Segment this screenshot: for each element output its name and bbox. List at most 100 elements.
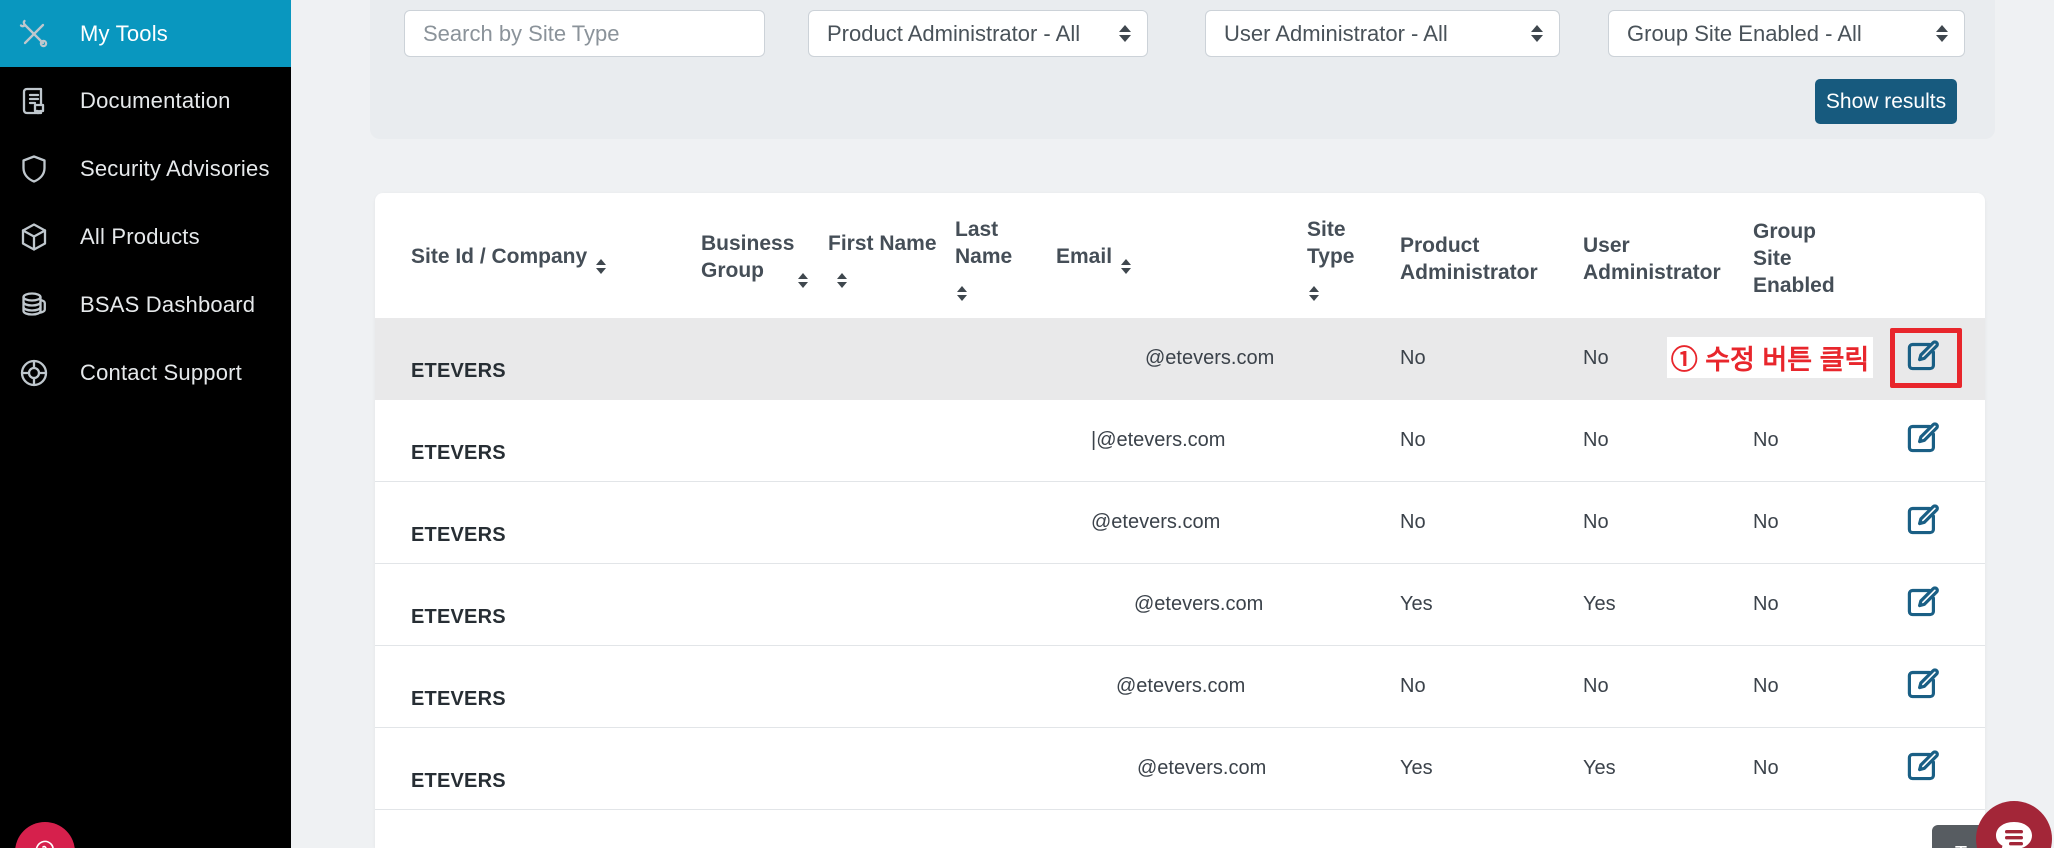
sort-arrows-icon[interactable]	[837, 273, 847, 288]
cell-edit	[1880, 503, 1985, 543]
cell-user-administrator: Yes	[1583, 593, 1753, 616]
sort-arrows-icon[interactable]	[957, 286, 967, 301]
cube-icon	[17, 222, 51, 252]
column-header-label: Product Administrator	[1400, 232, 1540, 286]
document-icon	[17, 86, 51, 116]
search-input[interactable]	[404, 10, 765, 57]
select-arrows-icon	[1936, 25, 1948, 42]
column-header-first_name[interactable]: First Name	[828, 230, 955, 288]
company-name: ETEVERS	[411, 770, 701, 793]
cell-edit	[1880, 585, 1985, 625]
edit-button[interactable]	[1906, 503, 1940, 537]
sort-arrows-icon[interactable]	[1309, 286, 1319, 301]
company-name: ETEVERS	[411, 442, 701, 465]
edit-button[interactable]	[1906, 585, 1940, 619]
cell-user-administrator: No	[1583, 511, 1753, 534]
product-administrator-select-value: Product Administrator - All	[827, 21, 1080, 47]
mascot-icon	[25, 830, 65, 848]
sidebar-item-label: BSAS Dashboard	[80, 292, 255, 318]
site-id-value	[411, 662, 701, 688]
column-header-user_admin: User Administrator	[1583, 232, 1753, 286]
table-row: ETEVERS@etevers.comNoNoNo	[375, 646, 1985, 728]
edit-pencil-square-icon	[1906, 607, 1940, 622]
chat-bubble-icon	[1993, 820, 2035, 848]
product-administrator-select[interactable]: Product Administrator - All	[808, 10, 1148, 57]
column-header-label: Site Id / Company	[411, 245, 587, 268]
column-header-label: User Administrator	[1583, 232, 1723, 286]
sort-arrows-icon[interactable]	[1121, 259, 1131, 274]
site-id-value	[411, 744, 701, 770]
sidebar-item-security-advisories[interactable]: Security Advisories	[0, 135, 291, 203]
cell-email: @etevers.com	[1056, 347, 1307, 370]
site-id-value	[411, 498, 701, 524]
column-header-label: Site Type	[1307, 216, 1359, 270]
cell-site-id-company: ETEVERS	[375, 334, 701, 383]
cell-email: @etevers.com	[1056, 675, 1307, 698]
table-row: ETEVERS|@etevers.comNoNoNo	[375, 400, 1985, 482]
table-header-row: Site Id / Company Business Group First Nam…	[375, 193, 1985, 318]
column-header-site_type[interactable]: Site Type	[1307, 216, 1400, 301]
column-header-group_site: Group Site Enabled	[1753, 218, 1880, 299]
table-row: ETEVERS@etevers.comYesYesNo	[375, 564, 1985, 646]
tools-icon	[17, 19, 51, 49]
sort-arrows-icon[interactable]	[596, 259, 606, 274]
cell-site-id-company: ETEVERS	[375, 498, 701, 547]
sidebar-item-label: Security Advisories	[80, 156, 270, 182]
cell-email: @etevers.com	[1056, 511, 1307, 534]
cell-site-id-company: ETEVERS	[375, 744, 701, 793]
cell-product-administrator: No	[1400, 511, 1583, 534]
column-header-label: Last Name	[955, 216, 1017, 270]
cell-email: @etevers.com	[1056, 757, 1307, 780]
screen: My Tools Documentation Security Advisories…	[0, 0, 2054, 848]
table-row: ETEVERS@etevers.comNoNoNo	[375, 482, 1985, 564]
cell-site-id-company: ETEVERS	[375, 580, 701, 629]
group-site-enabled-select-value: Group Site Enabled - All	[1627, 21, 1862, 47]
company-name: ETEVERS	[411, 688, 701, 711]
select-arrows-icon	[1119, 25, 1131, 42]
cell-user-administrator: No	[1583, 675, 1753, 698]
sidebar-item-label: My Tools	[80, 21, 168, 47]
sort-arrows-icon[interactable]	[798, 273, 808, 288]
column-header-last_name[interactable]: Last Name	[955, 216, 1056, 301]
cell-group-site-enabled: No	[1753, 593, 1880, 616]
show-results-button[interactable]: Show results	[1815, 79, 1957, 124]
edit-pencil-square-icon	[1906, 771, 1940, 786]
cell-product-administrator: No	[1400, 675, 1583, 698]
lifebuoy-icon	[17, 358, 51, 388]
cell-product-administrator: No	[1400, 429, 1583, 452]
edit-button[interactable]	[1906, 421, 1940, 455]
cell-group-site-enabled: No	[1753, 675, 1880, 698]
sidebar-item-contact-support[interactable]: Contact Support	[0, 339, 291, 407]
cell-email: |@etevers.com	[1056, 429, 1307, 452]
sidebar-item-label: Documentation	[80, 88, 231, 114]
shield-icon	[17, 154, 51, 184]
cell-user-administrator: No	[1583, 429, 1753, 452]
column-header-email[interactable]: Email	[1056, 243, 1307, 274]
site-id-value	[411, 334, 701, 360]
sidebar-item-bsas-dashboard[interactable]: BSAS Dashboard	[0, 271, 291, 339]
chat-button[interactable]	[1976, 801, 2052, 848]
filter-panel: Product Administrator - All User Adminis…	[370, 0, 1995, 139]
cell-product-administrator: Yes	[1400, 757, 1583, 780]
column-header-site_company[interactable]: Site Id / Company	[375, 243, 701, 274]
annotation-step-label: ① 수정 버튼 클릭	[1667, 337, 1873, 378]
sidebar-item-documentation[interactable]: Documentation	[0, 67, 291, 135]
site-id-value	[411, 580, 701, 606]
column-header-business_group[interactable]: Business Group	[701, 230, 828, 288]
sidebar-item-my-tools[interactable]: My Tools	[0, 0, 291, 67]
table-row: ETEVERS@etevers.comYesYesNo	[375, 728, 1985, 810]
annotation-highlight-box	[1890, 328, 1962, 388]
column-header-label: Business Group	[701, 230, 789, 284]
database-icon	[17, 290, 51, 320]
group-site-enabled-select[interactable]: Group Site Enabled - All	[1608, 10, 1965, 57]
sidebar-item-label: All Products	[80, 224, 200, 250]
user-administrator-select[interactable]: User Administrator - All	[1205, 10, 1560, 57]
cell-edit	[1880, 749, 1985, 789]
sidebar-item-all-products[interactable]: All Products	[0, 203, 291, 271]
cell-site-id-company: ETEVERS	[375, 416, 701, 465]
cell-edit	[1880, 667, 1985, 707]
company-name: ETEVERS	[411, 606, 701, 629]
edit-pencil-square-icon	[1906, 689, 1940, 704]
edit-button[interactable]	[1906, 749, 1940, 783]
edit-button[interactable]	[1906, 667, 1940, 701]
